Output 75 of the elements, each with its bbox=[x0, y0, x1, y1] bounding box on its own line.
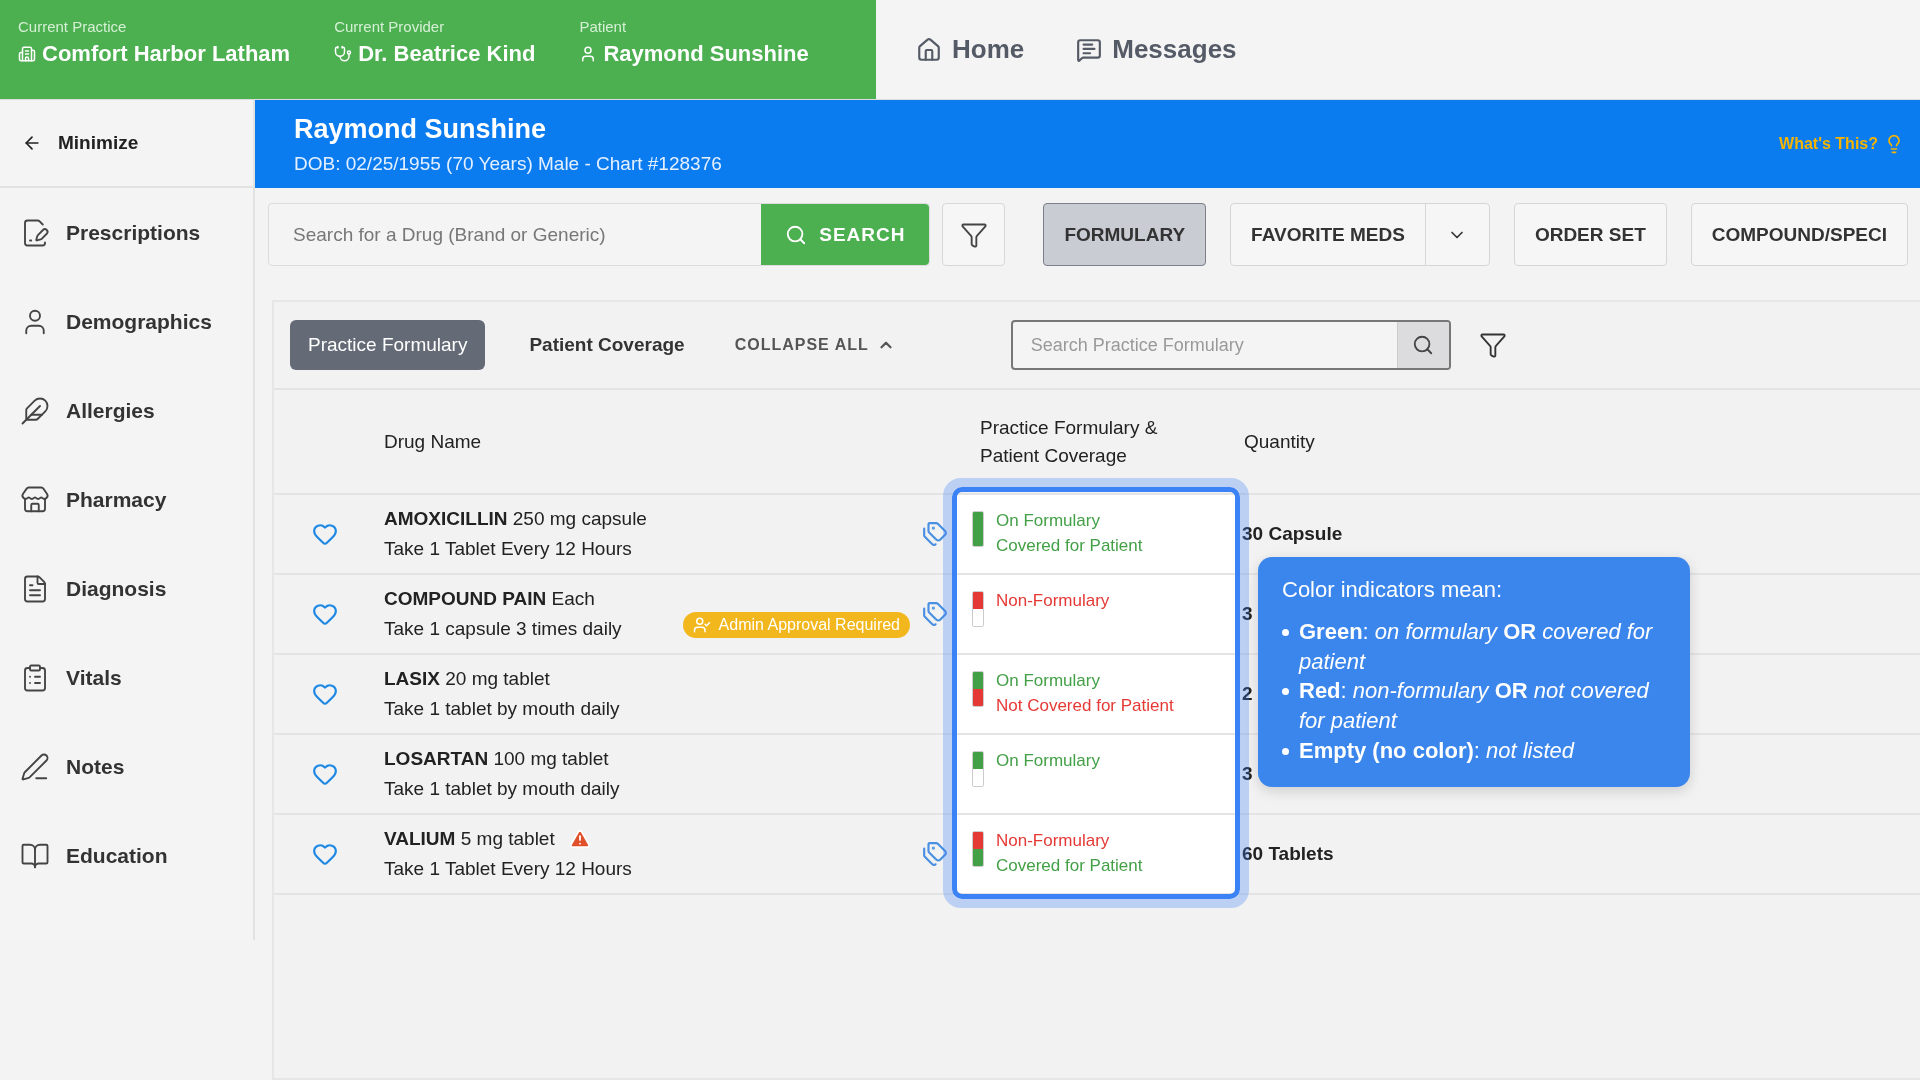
filter-button[interactable] bbox=[942, 203, 1006, 266]
nav-link[interactable]: Home bbox=[916, 34, 1025, 65]
message-icon bbox=[1076, 36, 1103, 63]
context-label: Current Practice bbox=[18, 18, 128, 35]
heart-icon[interactable] bbox=[312, 761, 338, 787]
quantity: 30 Capsule bbox=[1242, 523, 1343, 545]
filter-icon bbox=[1478, 331, 1507, 359]
store-icon bbox=[20, 484, 50, 515]
heart-icon[interactable] bbox=[312, 601, 338, 627]
collapse-all-button[interactable]: COLLAPSE ALL bbox=[728, 335, 901, 355]
pen-icon bbox=[20, 751, 50, 782]
context-label: Patient bbox=[579, 18, 628, 35]
approval-badge: Admin Approval Required bbox=[682, 612, 910, 638]
bullet-icon bbox=[1282, 629, 1289, 636]
drug-name: AMOXICILLIN 250 mg capsule bbox=[384, 508, 647, 530]
search-icon bbox=[1412, 334, 1435, 356]
drug-instructions: Take 1 tablet by mouth daily bbox=[384, 698, 621, 720]
drug-instructions: Take 1 capsule 3 times daily bbox=[384, 618, 623, 640]
stethoscope-icon bbox=[334, 45, 353, 63]
sidebar-item[interactable]: Education bbox=[0, 811, 253, 900]
quantity: 3 bbox=[1242, 603, 1253, 625]
coverage-status: Covered for Patient bbox=[996, 536, 1143, 556]
drug-name: VALIUM 5 mg tablet bbox=[384, 828, 555, 850]
sidebar-item[interactable]: Vitals bbox=[0, 633, 253, 722]
drug-name: COMPOUND PAIN Each bbox=[384, 588, 595, 610]
search-icon bbox=[785, 223, 808, 246]
quantity: 60 Tablets bbox=[1242, 843, 1334, 865]
coverage-status: On Formulary bbox=[996, 751, 1100, 771]
list-tab[interactable]: Practice Formulary bbox=[290, 320, 486, 370]
building-icon bbox=[18, 45, 36, 63]
context-value: Raymond Sunshine bbox=[579, 41, 809, 67]
quantity: 3 bbox=[1242, 763, 1253, 785]
drug-instructions: Take 1 Tablet Every 12 Hours bbox=[384, 538, 633, 560]
coverage-status: Not Covered for Patient bbox=[996, 696, 1174, 716]
sidebar-item[interactable]: Demographics bbox=[0, 277, 253, 366]
drug-instructions: Take 1 Tablet Every 12 Hours bbox=[384, 858, 633, 880]
drug-name: LASIX 20 mg tablet bbox=[384, 668, 550, 690]
context-value: Dr. Beatrice Kind bbox=[334, 41, 536, 67]
coverage-status: Non-Formulary bbox=[996, 591, 1110, 611]
legend-item: Empty (no color): not listed bbox=[1299, 736, 1575, 765]
heart-icon[interactable] bbox=[312, 521, 338, 547]
action-button[interactable]: ORDER SET bbox=[1513, 203, 1667, 266]
formulary-search-field[interactable]: Search Practice Formulary bbox=[1010, 320, 1451, 370]
heart-icon[interactable] bbox=[312, 841, 338, 867]
heart-icon[interactable] bbox=[312, 681, 338, 707]
context-value: Comfort Harbor Latham bbox=[18, 41, 291, 67]
feather-icon bbox=[20, 395, 50, 426]
bullet-icon bbox=[1282, 688, 1289, 696]
context-label: Current Provider bbox=[334, 18, 446, 35]
list-tab[interactable]: Patient Coverage bbox=[511, 320, 703, 370]
column-header: Drug Name bbox=[376, 390, 956, 495]
bullet-icon bbox=[1282, 747, 1289, 755]
sidebar-item[interactable]: Notes bbox=[0, 722, 253, 811]
quantity: 2 bbox=[1242, 683, 1253, 705]
search-input[interactable]: Search Practice Formulary bbox=[1012, 322, 1397, 368]
coverage-status: On Formulary bbox=[996, 671, 1101, 691]
sidebar-item[interactable]: Allergies bbox=[0, 366, 253, 455]
coverage-status: Non-Formulary bbox=[996, 831, 1111, 851]
sidebar-item[interactable]: Diagnosis bbox=[0, 544, 253, 633]
patient-name: Raymond Sunshine bbox=[294, 113, 548, 145]
drug-instructions: Take 1 tablet by mouth daily bbox=[384, 778, 621, 800]
patient-details: DOB: 02/25/1955 (70 Years) Male - Chart #128376 bbox=[294, 152, 722, 175]
action-button[interactable]: COMPOUND/SPECI bbox=[1690, 203, 1908, 266]
column-header: Quantity bbox=[1236, 390, 1920, 495]
coverage-status: On Formulary bbox=[996, 511, 1101, 531]
drug-name: LOSARTAN 100 mg tablet bbox=[384, 748, 609, 770]
tooltip-title: Color indicators mean: bbox=[1282, 577, 1504, 603]
sidebar-item[interactable]: Prescriptions bbox=[0, 188, 253, 277]
home-icon bbox=[916, 36, 942, 63]
sidebar-item[interactable]: Pharmacy bbox=[0, 455, 253, 544]
search-button[interactable] bbox=[1396, 322, 1449, 368]
nav-link[interactable]: Messages bbox=[1076, 34, 1237, 65]
coverage-status: Covered for Patient bbox=[996, 856, 1143, 876]
action-button[interactable]: FORMULARY bbox=[1043, 203, 1207, 266]
user-check-icon bbox=[692, 616, 711, 634]
